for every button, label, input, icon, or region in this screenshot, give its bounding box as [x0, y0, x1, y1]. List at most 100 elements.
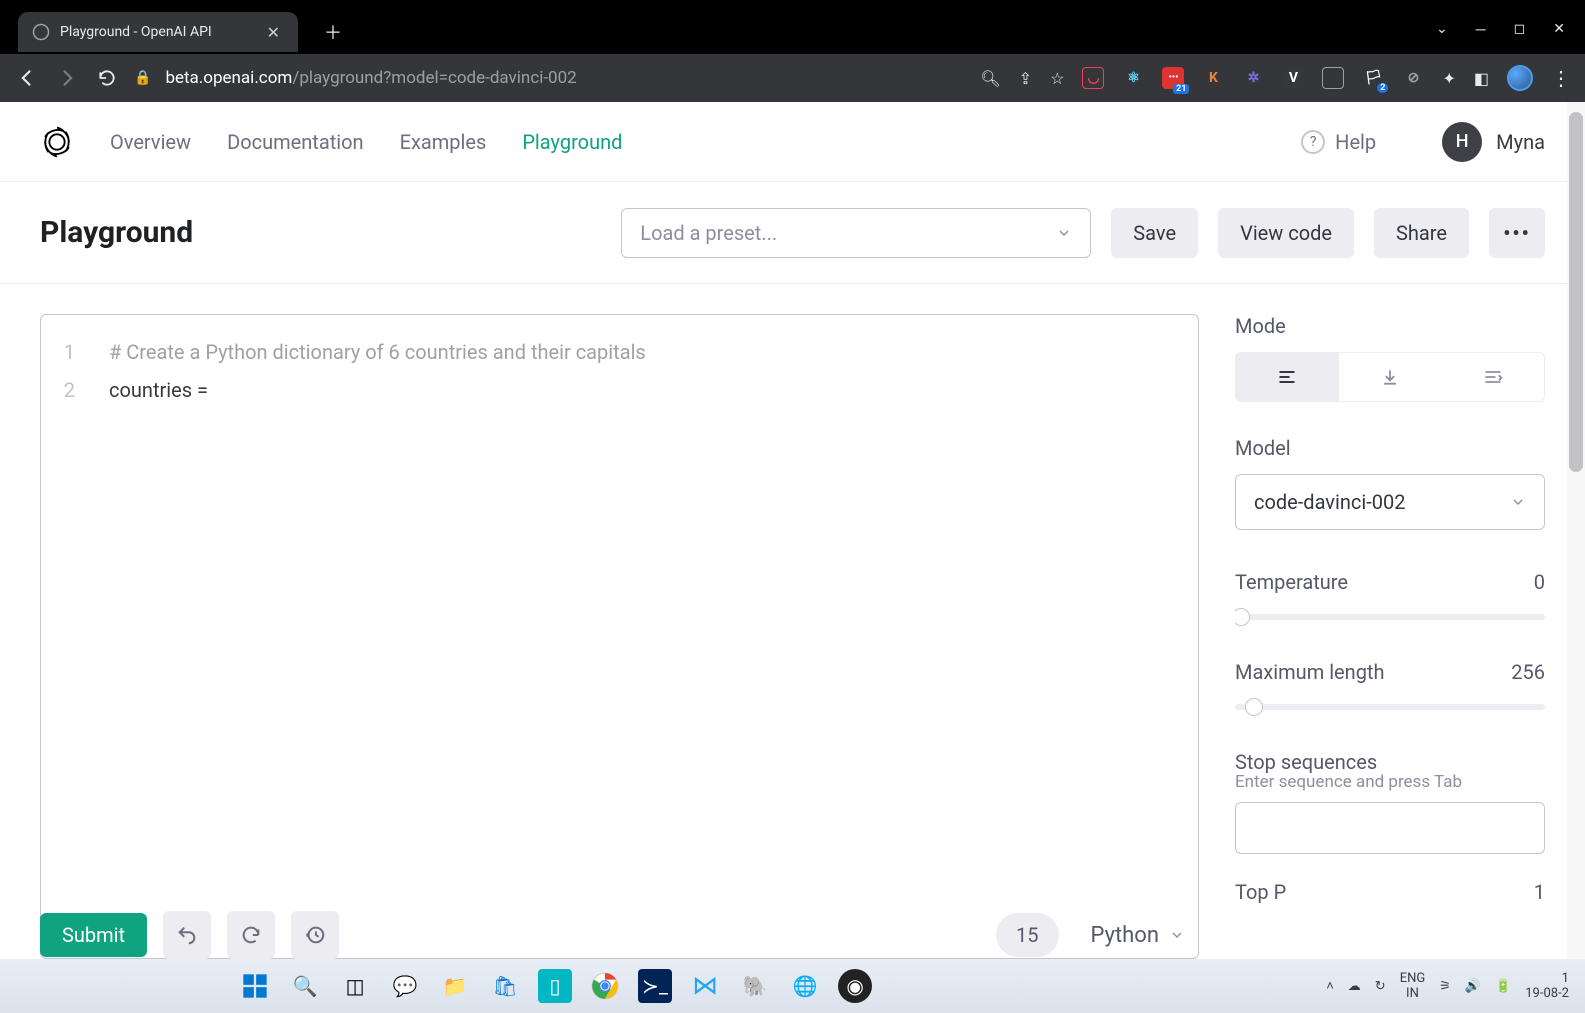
taskbar-search-icon[interactable]: 🔍	[288, 969, 322, 1003]
url-field[interactable]: 🔒 beta.openai.com/playground?model=code-…	[134, 68, 966, 88]
code-editor[interactable]: 1 # Create a Python dictionary of 6 coun…	[40, 314, 1199, 959]
tray-battery-icon[interactable]: 🔋	[1495, 979, 1511, 994]
nav-back-button[interactable]	[14, 68, 40, 88]
zoom-icon[interactable]: 🔍︎	[980, 69, 1000, 88]
submit-button[interactable]: Submit	[40, 913, 147, 957]
help-link[interactable]: ? Help	[1301, 130, 1376, 154]
maxlength-label: Maximum length	[1235, 660, 1385, 684]
param-maxlength: Maximum length 256	[1235, 660, 1545, 710]
tray-datetime[interactable]: 1 19-08-2	[1525, 971, 1569, 1001]
tray-chevron-icon[interactable]: ˄	[1326, 978, 1334, 994]
bookmark-star-icon[interactable]: ☆	[1050, 69, 1064, 88]
new-tab-button[interactable]: ＋	[314, 13, 352, 51]
mode-edit-button[interactable]	[1441, 353, 1544, 401]
taskbar-terminal-icon[interactable]: ≻_	[638, 969, 672, 1003]
ext-blocked-icon[interactable]: ⊘	[1402, 67, 1424, 89]
window-controls: ⌄ ─ ◻ ✕	[1436, 21, 1585, 38]
model-select[interactable]: code-davinci-002	[1235, 474, 1545, 530]
history-button[interactable]	[291, 911, 339, 959]
ext-device-icon[interactable]	[1322, 67, 1344, 89]
taskbar-center: 🔍 ◫ 💬 📁 🛍 ▯ ≻_ ⋈ 🐘 🌐 ◉	[238, 969, 872, 1003]
taskbar-explorer-icon[interactable]: 📁	[438, 969, 472, 1003]
taskbar-app2-icon[interactable]: 🌐	[788, 969, 822, 1003]
ext-flag-icon[interactable]: 🏳2	[1362, 67, 1384, 89]
view-code-button[interactable]: View code	[1218, 208, 1354, 258]
save-button[interactable]: Save	[1111, 208, 1198, 258]
taskbar-app1-icon[interactable]: ▯	[538, 969, 572, 1003]
editor-bottombar: Submit 15 Python	[0, 911, 1585, 959]
param-stopseq: Stop sequences Enter sequence and press …	[1235, 750, 1545, 854]
tray-sync-icon[interactable]: ↻	[1375, 979, 1386, 994]
page-scrollbar[interactable]	[1567, 102, 1585, 959]
ext-k-icon[interactable]: K	[1202, 67, 1224, 89]
slider-thumb[interactable]	[1245, 698, 1263, 716]
site-topnav: Overview Documentation Examples Playgrou…	[0, 102, 1585, 182]
profile-avatar[interactable]	[1507, 65, 1533, 91]
window-minimize-icon[interactable]: ─	[1476, 21, 1486, 38]
tab-close-icon[interactable]: ✕	[263, 23, 284, 42]
code-text: # Create a Python dictionary of 6 countr…	[109, 333, 646, 371]
start-button[interactable]	[238, 969, 272, 1003]
taskbar-postgres-icon[interactable]: 🐘	[738, 969, 772, 1003]
more-actions-button[interactable]: •••	[1489, 208, 1545, 258]
tray-volume-icon[interactable]: 🔊	[1465, 979, 1481, 994]
chrome-menu-icon[interactable]: ⋮	[1551, 66, 1571, 90]
ext-pocket-icon[interactable]: ◡	[1082, 67, 1104, 89]
nav-examples[interactable]: Examples	[400, 130, 487, 154]
help-icon: ?	[1301, 130, 1325, 154]
tray-wifi-icon[interactable]: ⚞	[1439, 979, 1451, 994]
browser-tab-active[interactable]: Playground - OpenAI API ✕	[18, 12, 298, 52]
page-title: Playground	[40, 215, 193, 250]
sidepanel-icon[interactable]: ◧	[1474, 69, 1489, 88]
language-select[interactable]: Python	[1091, 923, 1185, 948]
tabs-dropdown-icon[interactable]: ⌄	[1436, 21, 1448, 37]
param-temperature: Temperature 0	[1235, 570, 1545, 620]
ext-react-icon[interactable]: ⚛	[1122, 67, 1144, 89]
taskbar-chat-icon[interactable]: 💬	[388, 969, 422, 1003]
nav-links: Overview Documentation Examples Playgrou…	[110, 130, 622, 154]
mode-toggle	[1235, 352, 1545, 402]
system-tray: ˄ ☁ ↻ ENG IN ⚞ 🔊 🔋 1 19-08-2	[1326, 971, 1569, 1001]
addressbar-actions: 🔍︎ ⇪ ☆ ◡ ⚛ •••21 K ✲ V 🏳2 ⊘ ✦ ◧ ⋮	[980, 65, 1571, 91]
nav-forward-button[interactable]	[54, 68, 80, 88]
preset-placeholder: Load a preset...	[640, 221, 777, 245]
taskbar-obs-icon[interactable]: ◉	[838, 969, 872, 1003]
param-topp: Top P 1	[1235, 880, 1545, 904]
taskbar-taskview-icon[interactable]: ◫	[338, 969, 372, 1003]
window-maximize-icon[interactable]: ◻	[1514, 21, 1526, 37]
language-value: Python	[1091, 923, 1159, 948]
chevron-down-icon	[1169, 927, 1185, 943]
temperature-slider[interactable]	[1235, 614, 1545, 620]
ext-v-icon[interactable]: V	[1282, 67, 1304, 89]
tray-onedrive-icon[interactable]: ☁	[1348, 979, 1361, 994]
taskbar-chrome-icon[interactable]	[588, 969, 622, 1003]
nav-reload-button[interactable]	[94, 68, 120, 88]
maxlength-slider[interactable]	[1235, 704, 1545, 710]
tray-language[interactable]: ENG IN	[1400, 971, 1426, 1001]
chevron-down-icon	[1056, 225, 1072, 241]
nav-documentation[interactable]: Documentation	[227, 130, 364, 154]
window-close-icon[interactable]: ✕	[1553, 21, 1565, 37]
tab-title: Playground - OpenAI API	[60, 24, 253, 40]
scrollbar-thumb[interactable]	[1569, 112, 1583, 472]
mode-complete-button[interactable]	[1236, 353, 1339, 401]
openai-logo-icon[interactable]	[40, 125, 74, 159]
slider-thumb[interactable]	[1235, 608, 1250, 626]
share-button[interactable]: Share	[1374, 208, 1469, 258]
user-menu[interactable]: H Myna	[1442, 122, 1545, 162]
nav-overview[interactable]: Overview	[110, 130, 191, 154]
regenerate-button[interactable]	[227, 911, 275, 959]
ext-gear-icon[interactable]: ✲	[1242, 67, 1264, 89]
nav-playground[interactable]: Playground	[522, 130, 622, 154]
ext-badge-icon[interactable]: •••21	[1162, 67, 1184, 89]
temperature-value: 0	[1534, 570, 1545, 594]
stopseq-input[interactable]	[1235, 802, 1545, 854]
preset-select[interactable]: Load a preset...	[621, 208, 1091, 258]
share-url-icon[interactable]: ⇪	[1019, 69, 1032, 88]
mode-insert-button[interactable]	[1339, 353, 1442, 401]
topp-value: 1	[1534, 880, 1545, 904]
taskbar-store-icon[interactable]: 🛍	[488, 969, 522, 1003]
taskbar-vscode-icon[interactable]: ⋈	[688, 969, 722, 1003]
extensions-puzzle-icon[interactable]: ✦	[1442, 69, 1455, 88]
undo-button[interactable]	[163, 911, 211, 959]
